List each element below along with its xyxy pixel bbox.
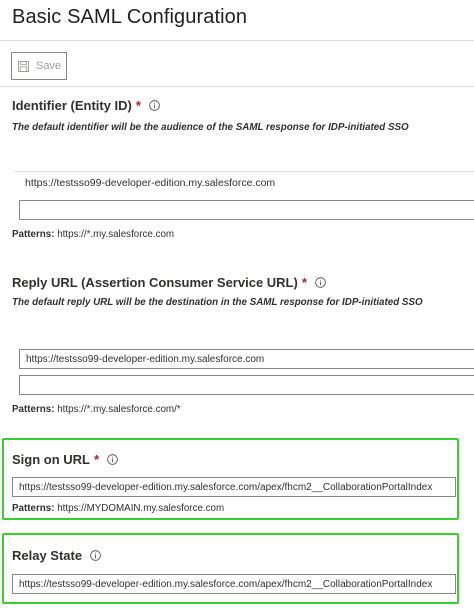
relay-state-input[interactable]: https://testsso99-developer-edition.my.s… (12, 574, 456, 594)
title-divider (0, 40, 474, 41)
identifier-patterns: Patterns: https://*.my.salesforce.com (12, 229, 174, 240)
sign-on-url-patterns: Patterns: https://MYDOMAIN.my.salesforce… (12, 503, 224, 514)
patterns-value: https://*.my.salesforce.com (57, 229, 175, 240)
relay-state-section-title: Relay State (12, 548, 101, 563)
reply-url-title: Reply URL (Assertion Consumer Service UR… (12, 275, 298, 290)
patterns-label: Patterns: (12, 404, 55, 415)
reply-url-new-input[interactable] (19, 375, 474, 395)
identifier-section-title: Identifier (Entity ID) * (12, 98, 160, 113)
required-marker: * (94, 452, 100, 467)
identifier-new-input[interactable] (19, 200, 474, 220)
info-icon[interactable] (315, 277, 326, 288)
info-icon[interactable] (149, 100, 160, 111)
info-icon[interactable] (90, 550, 101, 561)
sign-on-url-input[interactable]: https://testsso99-developer-edition.my.s… (12, 477, 456, 497)
info-icon[interactable] (107, 454, 118, 465)
page-title: Basic SAML Configuration (12, 6, 248, 28)
relay-state-title: Relay State (12, 548, 83, 563)
identifier-grid-divider (14, 171, 474, 172)
patterns-value: https://*.my.salesforce.com/* (57, 404, 181, 415)
identifier-title: Identifier (Entity ID) (12, 98, 132, 113)
identifier-description: The default identifier will be the audie… (12, 122, 409, 133)
toolbar-divider (0, 86, 474, 87)
sign-on-url-title: Sign on URL (12, 452, 90, 467)
identifier-value-row[interactable]: https://testsso99-developer-edition.my.s… (25, 177, 275, 189)
reply-url-section-title: Reply URL (Assertion Consumer Service UR… (12, 275, 326, 290)
sign-on-url-section-title: Sign on URL * (12, 452, 118, 467)
required-marker: * (301, 275, 307, 290)
patterns-value: https://MYDOMAIN.my.salesforce.com (57, 503, 225, 514)
required-marker: * (135, 98, 141, 113)
patterns-label: Patterns: (12, 229, 55, 240)
reply-url-description: The default reply URL will be the destin… (12, 297, 423, 308)
save-button[interactable]: Save (11, 52, 67, 80)
save-button-label: Save (36, 60, 62, 72)
reply-url-input[interactable]: https://testsso99-developer-edition.my.s… (19, 349, 474, 369)
patterns-label: Patterns: (12, 503, 55, 514)
save-icon (18, 60, 29, 72)
reply-url-patterns: Patterns: https://*.my.salesforce.com/* (12, 404, 181, 415)
